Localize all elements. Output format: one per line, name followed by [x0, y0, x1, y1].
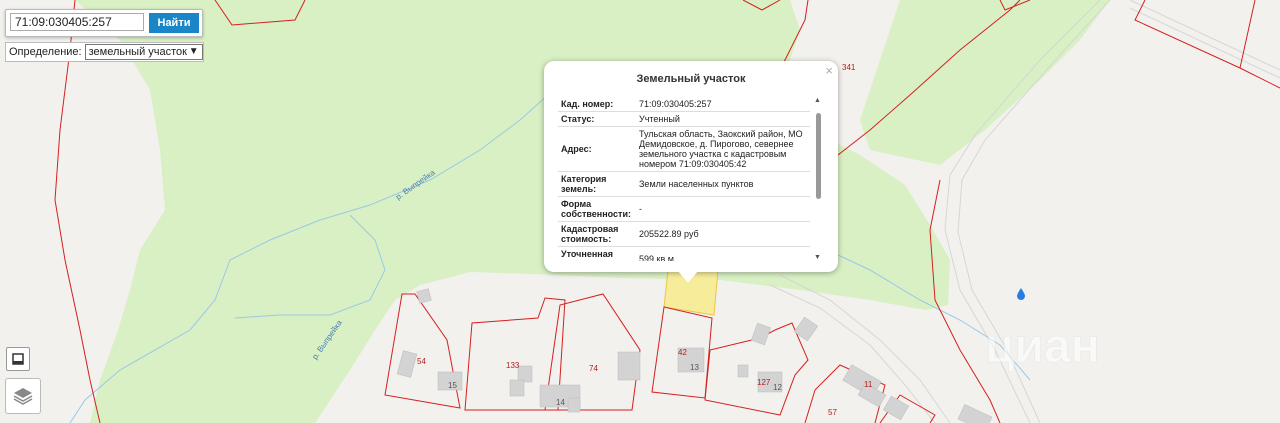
parcel-number: 57 [828, 408, 837, 417]
table-row: Кадастровая стоимость: 205522.89 руб [558, 221, 810, 247]
row-value: Земли населенных пунктов [636, 171, 810, 197]
scroll-down-icon[interactable]: ▼ [814, 254, 821, 261]
search-panel: Найти [5, 9, 203, 37]
watermark: циан [985, 320, 1100, 373]
table-row: Категория земель: Земли населенных пункто… [558, 171, 810, 197]
frame-icon [12, 353, 24, 365]
fullscreen-button[interactable] [6, 347, 30, 371]
row-key: Форма собственности: [558, 196, 636, 222]
parcel-number: 15 [448, 381, 457, 390]
row-key: Адрес: [558, 126, 636, 172]
popup-pointer [678, 271, 698, 283]
popup-title: Земельный участок [636, 73, 746, 85]
row-value: 599 кв.м [636, 246, 810, 261]
layers-button[interactable] [5, 378, 41, 414]
parcel-number: 13 [690, 363, 699, 372]
definition-row: Определение: земельный участок ▼ [5, 42, 204, 62]
parcel-number: 127 [757, 378, 771, 387]
parcel-info-table: Кад. номер: 71:09:030405:257 Статус: Учтен… [558, 97, 810, 261]
table-row: Статус: Учтенный [558, 111, 810, 127]
row-value: Тульская область, Заокский район, МО Дем… [636, 126, 810, 172]
definition-selected-value: земельный участок [88, 46, 187, 58]
table-row: Уточненная площадь:599 кв.м [558, 246, 810, 261]
row-key: Кадастровая стоимость: [558, 221, 636, 247]
parcel-number: 42 [678, 348, 687, 357]
table-row: Кад. номер: 71:09:030405:257 [558, 97, 810, 112]
search-input[interactable] [10, 13, 144, 31]
row-key: Уточненная площадь: [558, 246, 636, 261]
parcel-number: 341 [842, 63, 856, 72]
search-button[interactable]: Найти [149, 13, 199, 33]
parcel-number: 74 [589, 364, 598, 373]
chevron-down-icon: ▼ [188, 46, 199, 57]
parcel-info-popup: × Земельный участок Кад. номер: 71:09:030… [544, 61, 838, 272]
row-key: Кад. номер: [558, 97, 636, 112]
table-row: Форма собственности: - [558, 196, 810, 222]
scroll-up-icon[interactable]: ▲ [814, 97, 821, 104]
definition-select[interactable]: земельный участок ▼ [84, 44, 203, 60]
parcel-number: 133 [506, 361, 520, 370]
definition-label: Определение: [9, 46, 82, 58]
row-key: Статус: [558, 111, 636, 127]
row-value: Учтенный [636, 111, 810, 127]
layers-icon [13, 388, 33, 405]
parcel-number: 14 [556, 398, 565, 407]
popup-scrollbar[interactable]: ▲ ▼ [814, 97, 823, 261]
row-value: - [636, 196, 810, 222]
row-value: 71:09:030405:257 [636, 97, 810, 112]
row-value: 205522.89 руб [636, 221, 810, 247]
table-row: Адрес: Тульская область, Заокский район, … [558, 126, 810, 172]
popup-body[interactable]: Кад. номер: 71:09:030405:257 Статус: Учтен… [558, 97, 810, 261]
scroll-thumb[interactable] [816, 113, 821, 199]
parcel-number: 12 [773, 383, 782, 392]
parcel-number: 54 [417, 357, 426, 366]
row-key: Категория земель: [558, 171, 636, 197]
parcel-number: 11 [864, 380, 873, 389]
